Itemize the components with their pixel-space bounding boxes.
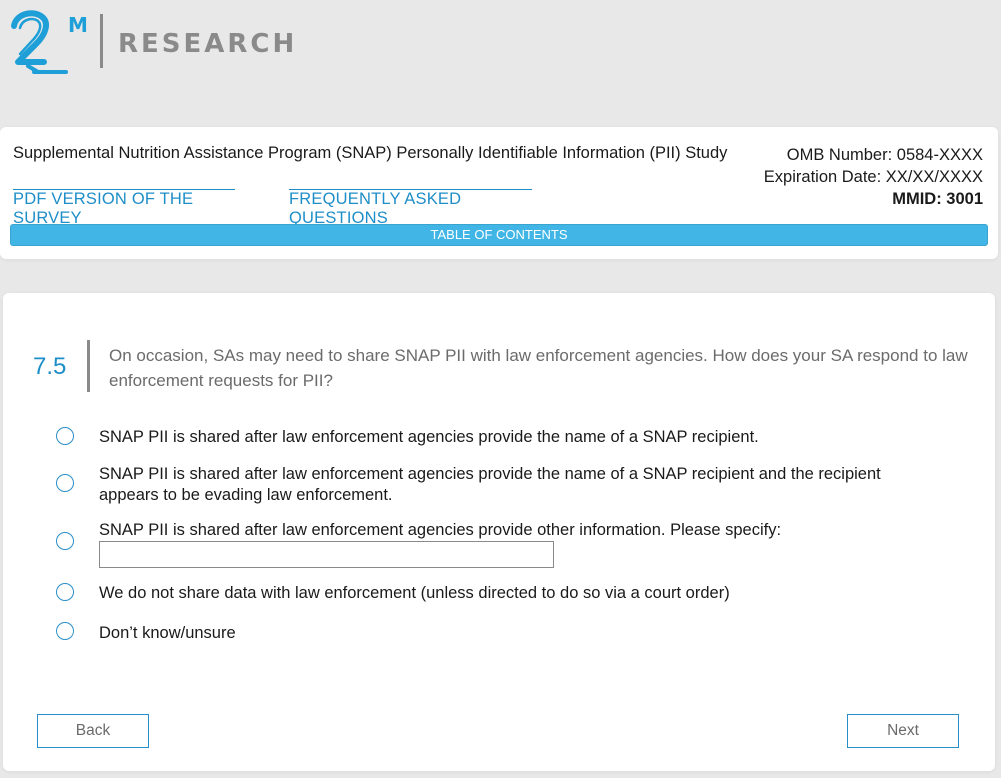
option-1-label: SNAP PII is shared after law enforcement… bbox=[99, 428, 759, 446]
omb-number: OMB Number: 0584-XXXX bbox=[786, 146, 983, 164]
radio-option-3[interactable] bbox=[56, 532, 74, 550]
mmid-label: MMID: 3001 bbox=[892, 190, 983, 208]
option-2-label: SNAP PII is shared after law enforcement… bbox=[99, 465, 881, 504]
radio-option-5[interactable] bbox=[56, 622, 74, 640]
question-divider bbox=[87, 340, 90, 392]
company-logo: M bbox=[8, 6, 92, 80]
option-5-label: Don’t know/unsure bbox=[99, 624, 236, 642]
next-button[interactable]: Next bbox=[847, 714, 959, 748]
option-3-label: SNAP PII is shared after law enforcement… bbox=[99, 521, 782, 539]
omb-info: OMB Number: 0584-XXXX Expiration Date: X… bbox=[764, 144, 983, 210]
radio-option-2[interactable] bbox=[56, 474, 74, 492]
logo-wordmark: RESEARCH bbox=[118, 29, 298, 59]
table-of-contents-button[interactable]: TABLE OF CONTENTS bbox=[10, 224, 988, 246]
survey-header: Supplemental Nutrition Assistance Progra… bbox=[0, 127, 998, 259]
expiration-date: Expiration Date: XX/XX/XXXX bbox=[763, 168, 983, 186]
logo-divider bbox=[100, 14, 103, 68]
question-number: 7.5 bbox=[33, 353, 67, 380]
option-4-label: We do not share data with law enforcemen… bbox=[99, 584, 730, 602]
study-title: Supplemental Nutrition Assistance Progra… bbox=[13, 144, 728, 162]
2m-logo-icon: M bbox=[11, 10, 88, 74]
question-card: 7.5 On occasion, SAs may need to share S… bbox=[3, 293, 995, 771]
question-text: On occasion, SAs may need to share SNAP … bbox=[109, 346, 968, 390]
svg-text:M: M bbox=[68, 13, 88, 37]
back-button[interactable]: Back bbox=[37, 714, 149, 748]
specify-other-input[interactable] bbox=[99, 541, 554, 568]
radio-option-4[interactable] bbox=[56, 583, 74, 601]
radio-option-1[interactable] bbox=[56, 427, 74, 445]
